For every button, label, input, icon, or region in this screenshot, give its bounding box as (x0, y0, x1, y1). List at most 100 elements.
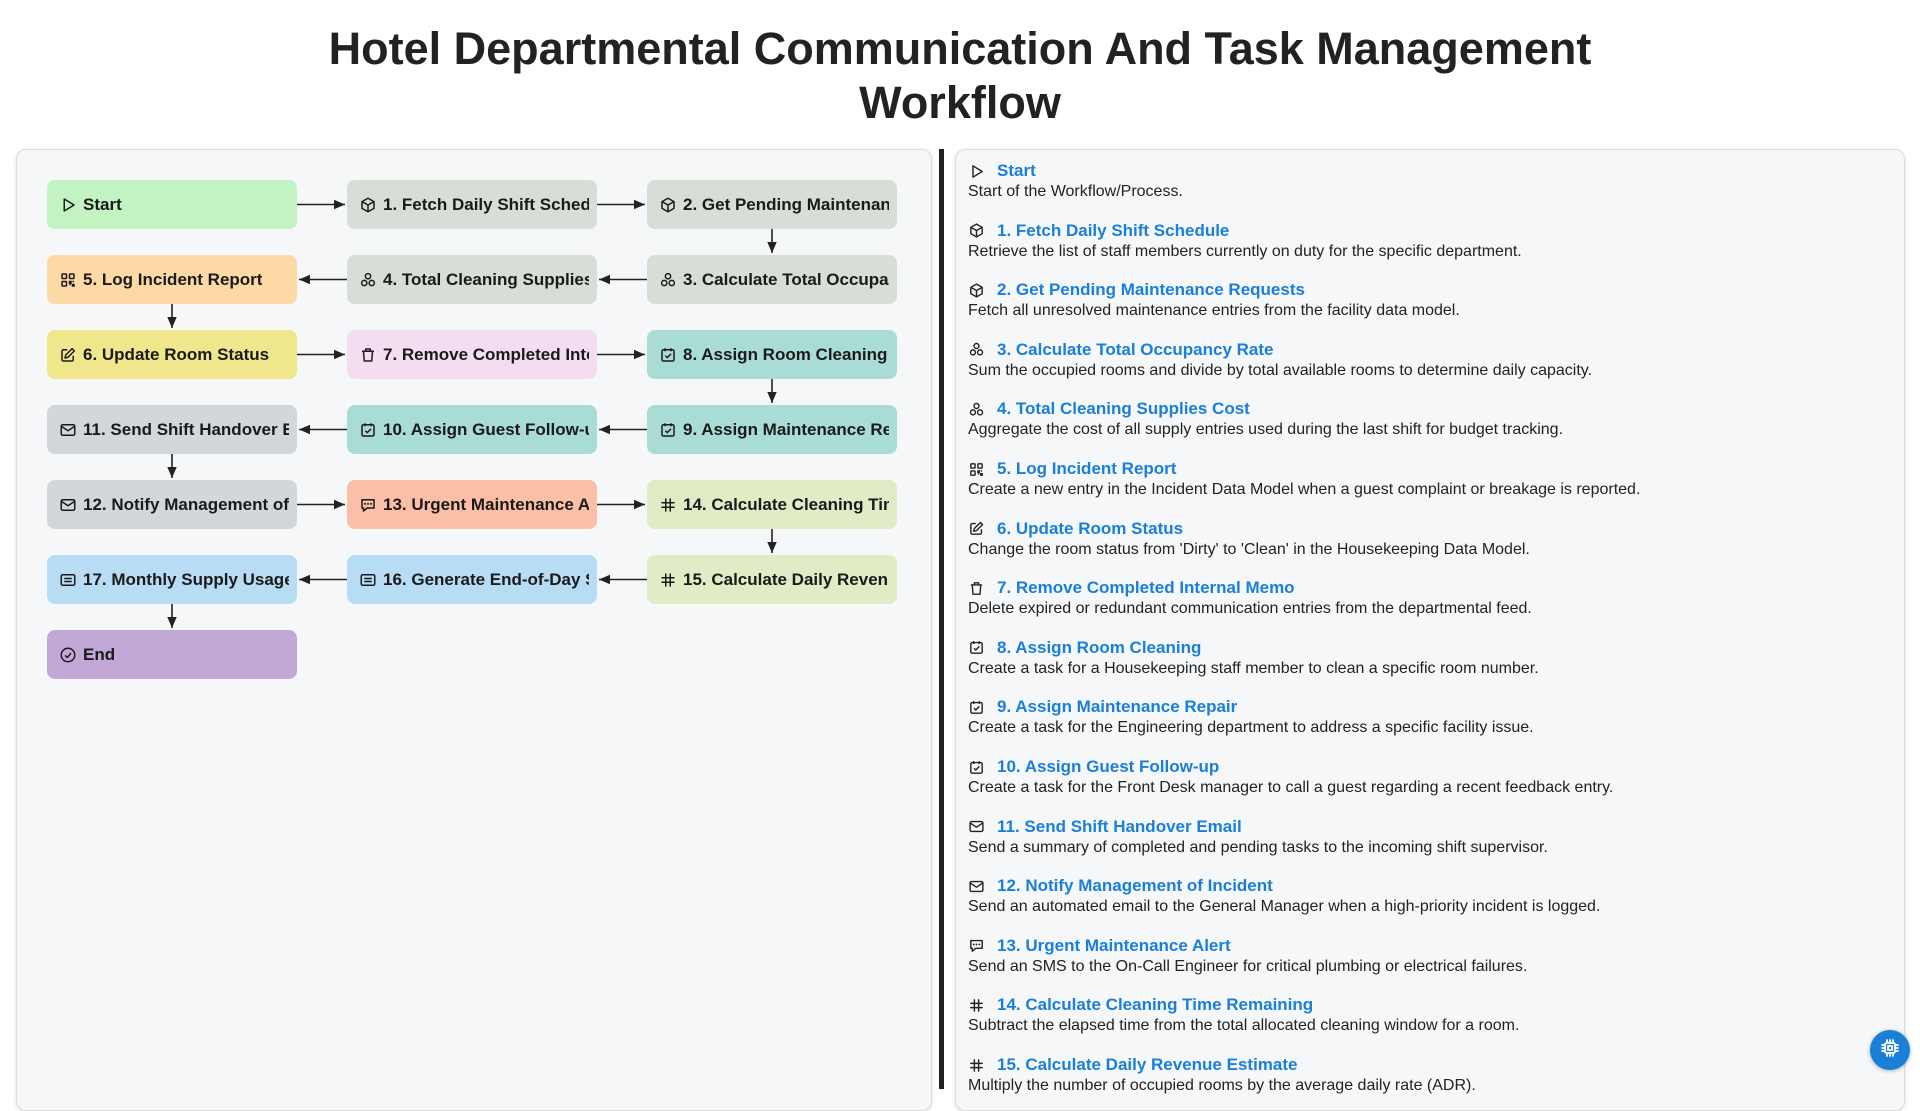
sms-icon (968, 937, 985, 954)
flow-node-label: 8. Assign Room Cleaning (683, 344, 888, 364)
panel-divider[interactable] (939, 149, 944, 1089)
description-header: 15. Calculate Daily Revenue Estimate (968, 1054, 1888, 1076)
edit-icon (59, 346, 77, 364)
description-text: Start of the Workflow/Process. (968, 183, 1183, 200)
flow-node-n3[interactable]: 3. Calculate Total Occupancy Rate (647, 255, 897, 304)
checklist-icon (659, 346, 677, 364)
flow-node-n10[interactable]: 10. Assign Guest Follow-up (347, 405, 597, 454)
description-title-link[interactable]: 8. Assign Room Cleaning (997, 638, 1201, 658)
description-title-link[interactable]: 6. Update Room Status (997, 519, 1183, 539)
flow-node-label: 2. Get Pending Maintenance Requests (683, 194, 889, 214)
flow-node-start[interactable]: Start (47, 180, 297, 229)
title-line-2: Workflow (859, 77, 1061, 128)
description-item: 3. Calculate Total Occupancy Rate Sum the… (968, 339, 1888, 381)
flow-node-n15[interactable]: 15. Calculate Daily Revenue Estimate (647, 555, 897, 604)
description-title-link[interactable]: 13. Urgent Maintenance Alert (997, 936, 1231, 956)
description-header: 8. Assign Room Cleaning (968, 637, 1888, 659)
flow-node-n9[interactable]: 9. Assign Maintenance Repair (647, 405, 897, 454)
flow-node-end[interactable]: End (47, 630, 297, 679)
description-header: 3. Calculate Total Occupancy Rate (968, 339, 1888, 361)
description-item: 2. Get Pending Maintenance Requests Fetch… (968, 279, 1888, 321)
description-title-link[interactable]: 5. Log Incident Report (997, 459, 1176, 479)
description-title-link[interactable]: 1. Fetch Daily Shift Schedule (997, 221, 1229, 241)
trash-icon (359, 346, 377, 364)
flow-node-n1[interactable]: 1. Fetch Daily Shift Schedule (347, 180, 597, 229)
flow-node-label: 16. Generate End-of-Day Summary (383, 569, 589, 589)
description-title-link[interactable]: 3. Calculate Total Occupancy Rate (997, 340, 1274, 360)
flow-node-label: 12. Notify Management of Incident (83, 494, 289, 514)
description-text: Aggregate the cost of all supply entries… (968, 421, 1564, 439)
flow-node-n7[interactable]: 7. Remove Completed Internal Memo (347, 330, 597, 379)
description-item: 4. Total Cleaning Supplies Cost Aggregate… (968, 398, 1888, 440)
description-text: Change the room status from 'Dirty' to '… (968, 540, 1530, 558)
flow-node-label: End (83, 644, 116, 664)
flow-node-n2[interactable]: 2. Get Pending Maintenance Requests (647, 180, 897, 229)
flow-node-label: 7. Remove Completed Internal Memo (383, 344, 589, 364)
cluster-icon (359, 271, 377, 289)
description-item: 1. Fetch Daily Shift Schedule Retrieve th… (968, 220, 1888, 262)
flow-node-n17[interactable]: 17. Monthly Supply Usage Report (47, 555, 297, 604)
description-title-link[interactable]: 4. Total Cleaning Supplies Cost (997, 399, 1250, 419)
description-header: 11. Send Shift Handover Email (968, 816, 1888, 838)
play-icon (968, 163, 985, 180)
description-text: Send an SMS to the On-Call Engineer for … (968, 957, 1528, 975)
flow-node-n14[interactable]: 14. Calculate Cleaning Time Remaining (647, 480, 897, 529)
description-title-link[interactable]: 15. Calculate Daily Revenue Estimate (997, 1055, 1297, 1075)
flow-node-label: 10. Assign Guest Follow-up (383, 419, 589, 439)
flow-node-n13[interactable]: 13. Urgent Maintenance Alert (347, 480, 597, 529)
report-icon (59, 571, 77, 589)
description-text: Send an automated email to the General M… (968, 898, 1601, 916)
play-icon (59, 196, 77, 214)
flow-node-label: 6. Update Room Status (83, 344, 270, 364)
description-title-link[interactable]: 11. Send Shift Handover Email (997, 817, 1242, 837)
description-text: Create a new entry in the Incident Data … (968, 481, 1641, 498)
flow-node-label: 11. Send Shift Handover Email (83, 419, 289, 439)
flow-node-label: 4. Total Cleaning Supplies Cost (383, 269, 589, 289)
description-item: 15. Calculate Daily Revenue Estimate Mult… (968, 1054, 1888, 1096)
flow-node-n12[interactable]: 12. Notify Management of Incident (47, 480, 297, 529)
edit-icon (968, 520, 985, 537)
cube-icon (968, 282, 985, 299)
flow-node-n5[interactable]: 5. Log Incident Report (47, 255, 297, 304)
flow-node-n6[interactable]: 6. Update Room Status (47, 330, 297, 379)
description-title-link[interactable]: 2. Get Pending Maintenance Requests (997, 280, 1305, 300)
checklist-icon (968, 699, 985, 716)
flow-node-label: 9. Assign Maintenance Repair (683, 419, 889, 439)
description-text: Sum the occupied rooms and divide by tot… (968, 361, 1593, 379)
description-header: 7. Remove Completed Internal Memo (968, 577, 1888, 599)
description-text: Create a task for a Housekeeping staff m… (968, 659, 1539, 677)
mail-icon (59, 421, 77, 439)
assistant-button[interactable] (1870, 1030, 1910, 1070)
description-title-link[interactable]: Start (997, 161, 1036, 181)
description-item: 12. Notify Management of Incident Send an… (968, 875, 1888, 917)
description-item: 6. Update Room Status Change the room sta… (968, 518, 1888, 560)
description-header: Start (968, 160, 1888, 182)
description-title-link[interactable]: 9. Assign Maintenance Repair (997, 697, 1237, 717)
mail-icon (59, 496, 77, 514)
description-header: 4. Total Cleaning Supplies Cost (968, 398, 1888, 420)
description-title-link[interactable]: 10. Assign Guest Follow-up (997, 757, 1219, 777)
description-text: Create a task for the Front Desk manager… (968, 779, 1614, 796)
checklist-icon (359, 421, 377, 439)
cube-icon (359, 196, 377, 214)
description-title-link[interactable]: 12. Notify Management of Incident (997, 876, 1273, 896)
flow-node-n16[interactable]: 16. Generate End-of-Day Summary (347, 555, 597, 604)
description-text: Fetch all unresolved maintenance entries… (968, 302, 1460, 320)
cluster-icon (968, 341, 985, 358)
description-text: Create a task for the Engineering depart… (968, 719, 1534, 737)
flow-node-n4[interactable]: 4. Total Cleaning Supplies Cost (347, 255, 597, 304)
description-text: Subtract the elapsed time from the total… (968, 1017, 1520, 1035)
flow-node-label: 14. Calculate Cleaning Time Remaining (683, 494, 889, 514)
flow-node-n11[interactable]: 11. Send Shift Handover Email (47, 405, 297, 454)
description-text: Delete expired or redundant communicatio… (968, 600, 1532, 618)
hash-icon (968, 997, 985, 1014)
description-title-link[interactable]: 14. Calculate Cleaning Time Remaining (997, 995, 1313, 1015)
description-title-link[interactable]: 7. Remove Completed Internal Memo (997, 578, 1295, 598)
flow-node-n8[interactable]: 8. Assign Room Cleaning (647, 330, 897, 379)
description-header: 9. Assign Maintenance Repair (968, 696, 1888, 718)
hash-icon (968, 1057, 985, 1074)
description-header: 6. Update Room Status (968, 518, 1888, 540)
qr-icon (968, 461, 985, 478)
description-header: 1. Fetch Daily Shift Schedule (968, 220, 1888, 242)
hash-icon (659, 571, 677, 589)
